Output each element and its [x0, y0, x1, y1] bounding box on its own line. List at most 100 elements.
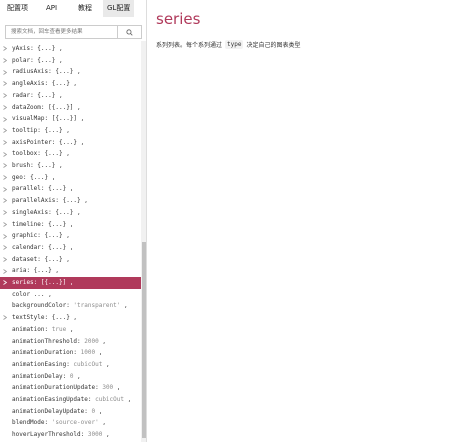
tree-item-singleaxis[interactable]: singleAxis: {...} , — [0, 207, 141, 219]
tree-item-graphic[interactable]: graphic: {...} , — [0, 230, 141, 242]
tree-item-radiusaxis[interactable]: radiusAxis: {...} , — [0, 66, 141, 78]
tree-item-animationdelay[interactable]: animationDelay: 0 , — [0, 371, 141, 383]
tree-item-punct: : — [62, 372, 70, 380]
tab-options[interactable]: 配置项 — [7, 0, 28, 17]
tree-item-key: parallel — [12, 185, 41, 193]
tree-item-axispointer[interactable]: axisPointer: {...} , — [0, 137, 141, 149]
caret-right-icon[interactable] — [0, 81, 9, 87]
tree-item-key: dataset — [12, 255, 38, 263]
tree-item-animationduration[interactable]: animationDuration: 1000 , — [0, 347, 141, 359]
tree-item-punct: : {...} , — [37, 255, 70, 263]
tree-item-toolbox[interactable]: toolbox: {...} , — [0, 148, 141, 160]
caret-right-icon[interactable] — [0, 140, 9, 145]
tree-item-textstyle[interactable]: textStyle: {...} , — [0, 312, 141, 324]
caret-right-icon[interactable] — [0, 268, 9, 274]
caret-right-icon[interactable] — [0, 116, 9, 122]
tree-item-parallelaxis[interactable]: parallelAxis: {...} , — [0, 195, 141, 207]
description-text-tail: 决定自己的图表类型 — [246, 42, 301, 49]
tree-item-tail: , — [95, 349, 103, 357]
tree-item-animation[interactable]: animation: true , — [0, 324, 141, 336]
tree-item-punct: : — [73, 349, 81, 357]
caret-right-icon[interactable] — [0, 233, 9, 239]
tab-api[interactable]: API — [46, 0, 57, 17]
tree-item-punct: : — [80, 431, 88, 439]
tree-item-key: animationThreshold — [12, 337, 78, 345]
tree-item-key: parallelAxis — [12, 197, 56, 205]
tree-item-animationeasing[interactable]: animationEasing: cubicOut , — [0, 359, 141, 371]
tree-item-animationeasingupdate[interactable]: animationEasingUpdate: cubicOut , — [0, 394, 141, 406]
caret-right-icon[interactable] — [0, 151, 9, 157]
tree-item-datazoom[interactable]: dataZoom: [{...}] , — [0, 102, 141, 114]
tab-gl-options[interactable]: GL配置 — [103, 0, 135, 17]
caret-right-icon[interactable] — [0, 222, 9, 227]
tree-item-animationthreshold[interactable]: animationThreshold: 2000 , — [0, 336, 141, 348]
tree-item-radar[interactable]: radar: {...} , — [0, 90, 141, 102]
tree-item-default-value: 'transparent' — [73, 302, 121, 310]
tree-item-punct: : {...} , — [37, 126, 70, 134]
tree-item-punct: : {...} , — [48, 208, 81, 216]
tree-item-key: tooltip — [12, 126, 38, 134]
caret-right-icon[interactable] — [0, 58, 9, 63]
tree-item-animationdurationupdate[interactable]: animationDurationUpdate: 300 , — [0, 382, 141, 394]
tree-item-polar[interactable]: polar: {...} , — [0, 55, 141, 67]
tree-item-angleaxis[interactable]: angleAxis: {...} , — [0, 78, 141, 90]
tree-item-timeline[interactable]: timeline: {...} , — [0, 219, 141, 231]
caret-right-icon[interactable] — [0, 257, 9, 262]
tree-item-default-value: 2000 — [84, 337, 99, 345]
caret-right-icon[interactable] — [0, 280, 9, 286]
tree-item-punct: : — [87, 396, 96, 403]
caret-right-icon[interactable] — [0, 69, 9, 75]
tree-item-color[interactable]: color ... , — [0, 289, 141, 301]
tree-item-punct: : {...} , — [40, 220, 74, 228]
tree-item-default-value: 300 — [102, 384, 114, 392]
tree-item-blendmode[interactable]: blendMode: 'source-over' , — [0, 417, 141, 429]
search-icon — [126, 28, 133, 36]
tree-item-calendar[interactable]: calendar: {...} , — [0, 242, 141, 254]
tree-item-default-value: cubicOut — [73, 360, 103, 368]
tree-item-punct: : [{...}] , — [40, 103, 81, 111]
caret-right-icon[interactable] — [0, 46, 9, 52]
tree-item-key: animationDuration — [12, 349, 74, 357]
caret-right-icon[interactable] — [0, 93, 9, 98]
scrollbar-thumb[interactable] — [142, 242, 146, 438]
tree-item-key: singleAxis — [12, 208, 49, 216]
tree-item-hoverlayerthreshold[interactable]: hoverLayerThreshold: 3000 , — [0, 429, 141, 441]
tree-item-brush[interactable]: brush: {...} , — [0, 160, 141, 172]
tree-scrollbar[interactable] — [141, 41, 146, 442]
tree-item-key: polar — [12, 56, 31, 64]
tree-item-default-value: 3000 — [87, 431, 103, 439]
tree-item-key: axisPointer — [12, 138, 52, 146]
tree-item-visualmap[interactable]: visualMap: [{...}] , — [0, 113, 141, 125]
caret-right-icon[interactable] — [0, 210, 9, 215]
tree-item-default-value: true — [51, 325, 67, 333]
caret-right-icon[interactable] — [0, 315, 9, 321]
tree-item-parallel[interactable]: parallel: {...} , — [0, 183, 141, 195]
tree-item-animationdelayupdate[interactable]: animationDelayUpdate: 0 , — [0, 406, 141, 418]
tree-item-geo[interactable]: geo: {...} , — [0, 172, 141, 184]
caret-right-icon[interactable] — [0, 198, 9, 204]
tree-item-punct: : — [66, 360, 74, 368]
tab-tutorial[interactable]: 教程 — [78, 0, 92, 17]
tree-item-backgroundcolor[interactable]: backgroundColor: 'transparent' , — [0, 300, 141, 312]
tree-item-punct: : {...} , — [55, 197, 88, 205]
search-input[interactable] — [6, 26, 117, 38]
tree-item-punct: : {...} , — [26, 267, 59, 275]
tree-item-punct: : [{...}] , — [33, 279, 74, 286]
tree-item-yaxis[interactable]: yAxis: {...} , — [0, 43, 141, 55]
tree-item-punct: : {...} , — [22, 173, 56, 181]
caret-right-icon[interactable] — [0, 186, 9, 192]
caret-right-icon[interactable] — [0, 163, 9, 169]
caret-right-icon[interactable] — [0, 128, 9, 134]
search-button[interactable] — [117, 26, 141, 38]
caret-right-icon[interactable] — [0, 175, 9, 180]
tree-item-key: geo — [12, 173, 23, 181]
tree-item-series[interactable]: series: [{...}] , — [0, 277, 141, 289]
tree-item-tooltip[interactable]: tooltip: {...} , — [0, 125, 141, 137]
caret-right-icon[interactable] — [0, 105, 9, 110]
tree-item-aria[interactable]: aria: {...} , — [0, 265, 141, 277]
tree-item-punct: : — [44, 419, 52, 427]
description-text: 系列列表。每个系列通过 — [156, 42, 223, 49]
tree-item-dataset[interactable]: dataset: {...} , — [0, 254, 141, 266]
tree-item-punct: : {...} , — [48, 68, 81, 76]
caret-right-icon[interactable] — [0, 245, 9, 251]
